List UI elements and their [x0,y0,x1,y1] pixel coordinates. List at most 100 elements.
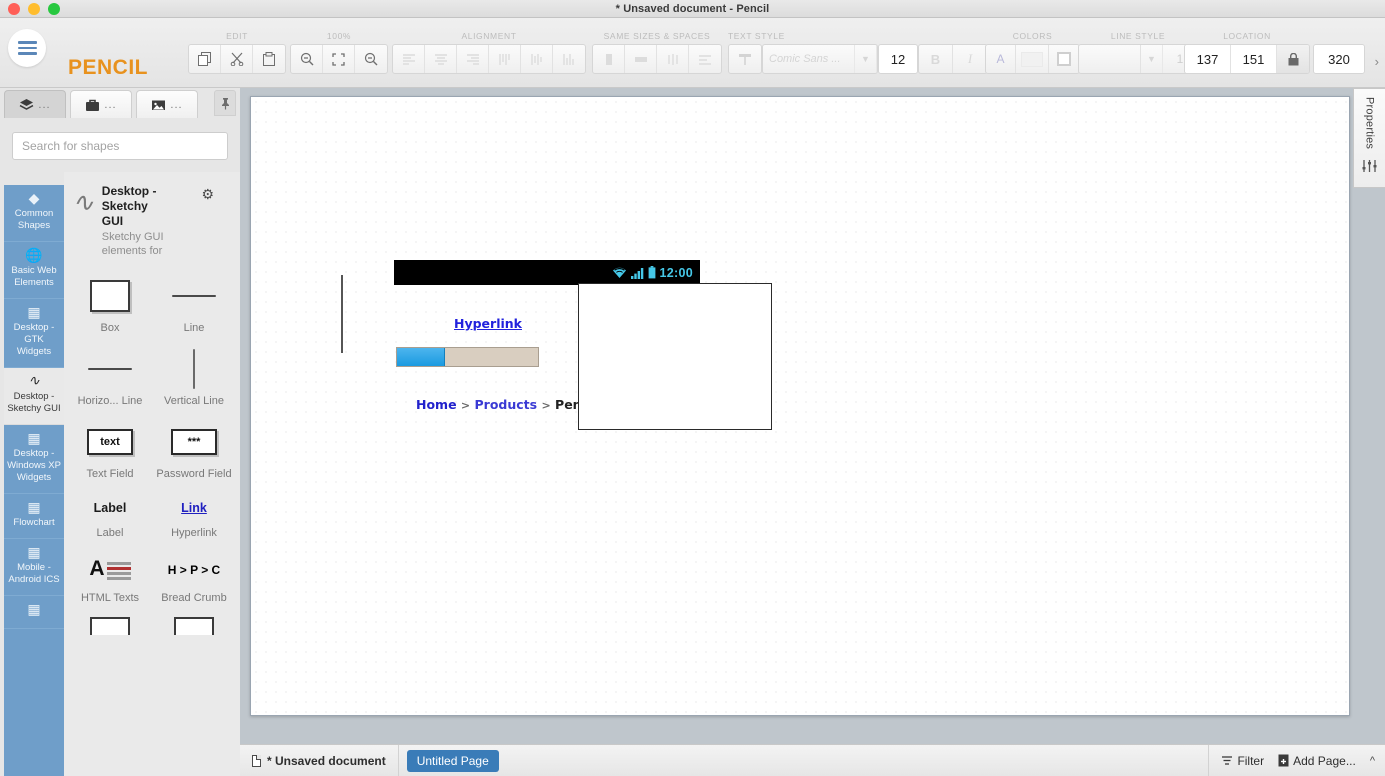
shape-item-bread-crumb[interactable]: H > P > C Bread Crumb [152,544,236,609]
same-height-button[interactable] [625,45,657,73]
chevron-down-icon[interactable]: ▼ [855,45,877,73]
filter-button[interactable]: Filter [1221,754,1264,768]
shape-item-vertical-line[interactable]: Vertical Line [152,339,236,412]
location-width-input[interactable]: 320 [1314,45,1364,73]
toolbar-group-location: LOCATION 137 151 [1184,44,1310,74]
document-name-area[interactable]: * Unsaved document [240,745,399,776]
shape-preview: text [70,420,150,464]
shape-item-hyperlink[interactable]: Link Hyperlink [152,485,236,544]
align-right-button[interactable] [457,45,489,73]
chevron-right-icon[interactable]: › [1375,54,1379,69]
zoom-fit-button[interactable] [323,45,355,73]
tools-tab-more[interactable]: ... [104,99,116,111]
align-middle-button[interactable] [521,45,553,73]
chevron-down-icon[interactable]: ▼ [1141,45,1163,73]
document-icon [252,755,261,767]
breadcrumb-separator: > [541,399,550,412]
collection-title: Desktop - Sketchy GUI [102,184,164,229]
gear-icon[interactable]: ⚙ [201,186,214,203]
shape-label: Horizo... Line [78,395,143,408]
shapes-tab-more[interactable]: ... [38,99,50,111]
sidebar-item-flowchart[interactable]: ▦ Flowchart [4,494,64,539]
canvas-hyperlink[interactable]: Hyperlink [454,316,522,331]
canvas-vertical-line[interactable] [341,275,343,353]
shapes-tab[interactable]: ... [4,90,66,118]
location-x-input[interactable]: 137 [1185,45,1231,73]
shape-item-partial[interactable] [152,609,236,639]
location-width-control[interactable]: 320 [1313,44,1365,74]
stroke-color-button[interactable] [1049,45,1079,73]
page-tab-untitled-page[interactable]: Untitled Page [407,750,499,772]
box-shape-icon [90,280,130,312]
location-y-input[interactable]: 151 [1231,45,1277,73]
shape-item-box[interactable]: Box [68,266,152,339]
sliders-icon[interactable] [1362,159,1377,176]
images-tab[interactable]: ... [136,90,198,118]
shape-item-horizontal-line[interactable]: Horizo... Line [68,339,152,412]
paste-button[interactable] [253,45,285,73]
text-format-button[interactable] [729,45,761,73]
sidebar-item-desktop-windows-xp-widgets[interactable]: ▦ Desktop - Windows XP Widgets [4,425,64,494]
align-top-button[interactable] [489,45,521,73]
shape-item-label[interactable]: Label Label [68,485,152,544]
page-canvas[interactable]: 12:00 Hyperlink Home > Products > Pencil [250,96,1350,716]
text-color-button[interactable]: A [986,45,1016,73]
collapse-panel-button[interactable]: ^ [1370,755,1375,767]
canvas-progress-bar[interactable] [396,347,539,367]
tools-tab[interactable]: ... [70,90,132,118]
vertical-line-shape-icon [193,349,196,389]
grid-icon: ▦ [6,603,62,615]
pin-icon[interactable] [214,90,236,116]
toolbar-group-label: EDIT [188,31,286,41]
shape-preview: Label [70,493,150,523]
shape-item-partial[interactable] [68,609,152,639]
hamburger-menu-button[interactable] [8,29,46,67]
shape-item-text-field[interactable]: text Text Field [68,412,152,485]
zoom-in-button[interactable] [355,45,387,73]
shape-item-line[interactable]: Line [152,266,236,339]
line-style-select[interactable] [1079,45,1141,73]
add-page-button[interactable]: Add Page... [1278,754,1356,768]
bold-button[interactable]: B [919,45,953,73]
shape-item-password-field[interactable]: *** Password Field [152,412,236,485]
font-size-control[interactable]: 12 [878,44,918,74]
copy-button[interactable] [189,45,221,73]
breadcrumb-item-home[interactable]: Home [416,397,457,412]
properties-panel-toggle[interactable]: Properties [1353,88,1385,188]
maximize-window-button[interactable] [48,3,60,15]
sidebar-item-more[interactable]: ▦ [4,596,64,629]
minimize-window-button[interactable] [28,3,40,15]
cut-button[interactable] [221,45,253,73]
same-width-button[interactable] [593,45,625,73]
sidebar-item-basic-web-elements[interactable]: 🌐 Basic Web Elements [4,242,64,299]
search-input[interactable]: Search for shapes [12,132,228,160]
sidebar-item-common-shapes[interactable]: ◆ Common Shapes [4,185,64,242]
images-tab-more[interactable]: ... [170,99,182,111]
canvas-android-status-bar[interactable]: 12:00 [394,260,700,285]
align-left-button[interactable] [393,45,425,73]
breadcrumb-item-products[interactable]: Products [475,397,538,412]
font-size-input[interactable]: 12 [879,45,917,73]
italic-button[interactable]: I [953,45,987,73]
canvas-box-shape[interactable] [578,283,772,430]
font-family-control[interactable]: Comic Sans ... ▼ [762,44,878,74]
filter-label: Filter [1237,754,1264,768]
sidebar-item-desktop-gtk-widgets[interactable]: ▦ Desktop - GTK Widgets [4,299,64,368]
fill-color-button[interactable] [1016,45,1049,73]
align-center-button[interactable] [425,45,457,73]
traffic-lights[interactable] [8,3,60,15]
sidebar-item-mobile-android-ics[interactable]: ▦ Mobile - Android ICS [4,539,64,596]
sidebar-item-desktop-sketchy-gui[interactable]: ∿ Desktop - Sketchy GUI [4,368,64,425]
font-family-select[interactable]: Comic Sans ... [763,45,855,73]
hamburger-icon-line [18,52,37,54]
canvas-area[interactable]: 12:00 Hyperlink Home > Products > Pencil [240,88,1385,744]
distribute-v-icon-button[interactable] [689,45,721,73]
distribute-h-icon-button[interactable] [657,45,689,73]
align-bottom-button[interactable] [553,45,585,73]
canvas-bread-crumb[interactable]: Home > Products > Pencil [416,397,598,412]
lock-aspect-button[interactable] [1277,45,1309,73]
zoom-out-button[interactable] [291,45,323,73]
shape-item-html-texts[interactable]: A HTML Texts [68,544,152,609]
close-window-button[interactable] [8,3,20,15]
main-toolbar: PENCIL EDIT 100% [0,18,1385,88]
